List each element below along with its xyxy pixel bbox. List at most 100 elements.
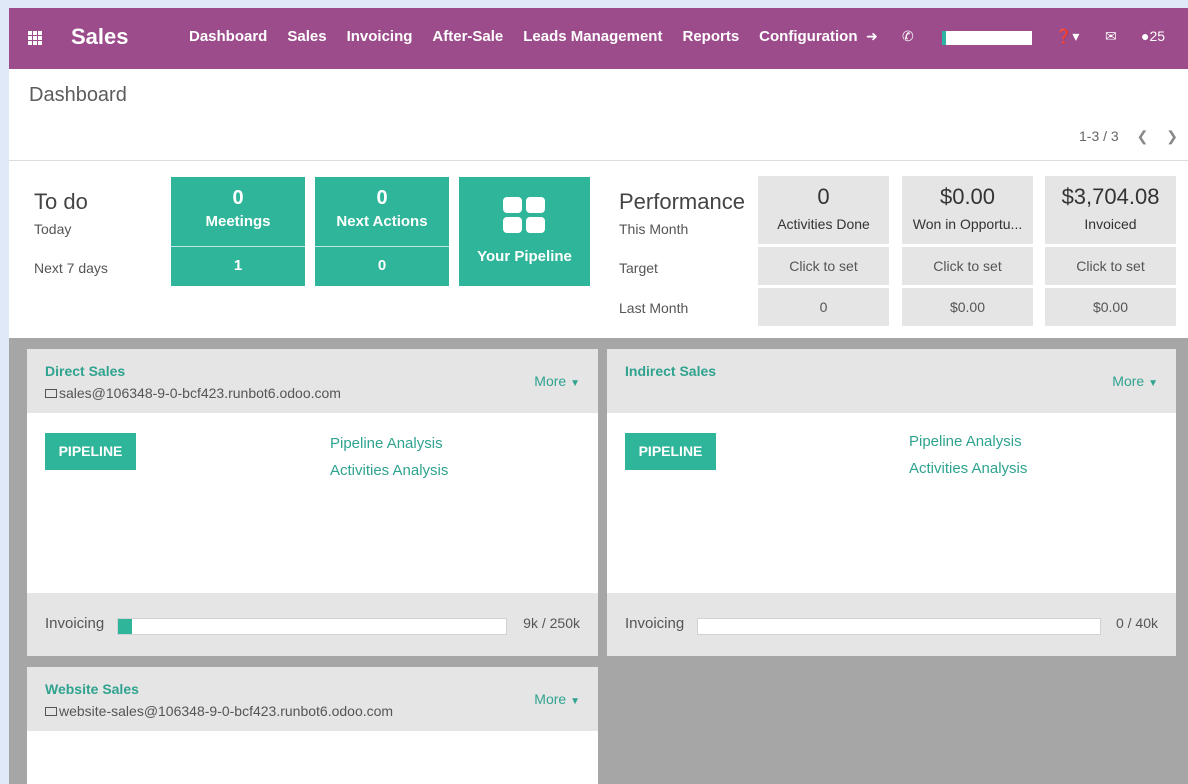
app-name[interactable]: Sales (71, 24, 129, 50)
caret-down-icon: ▼ (1148, 378, 1158, 389)
divider (9, 160, 1188, 161)
menu-sales[interactable]: Sales (287, 28, 326, 45)
your-pipeline-label: Your Pipeline (477, 248, 572, 265)
team-card-website-sales[interactable]: Website Sales website-sales@106348-9-0-b… (27, 667, 598, 784)
meetings-label: Meetings (205, 213, 271, 230)
invoicing-progress-fill (118, 619, 132, 634)
invoicing-label: Invoicing (45, 615, 105, 632)
pipeline-analysis-link[interactable]: Pipeline Analysis (909, 433, 1022, 450)
pager: 1-3 / 3 ❮ ❯ (1079, 128, 1178, 145)
chat-count: 25 (1149, 28, 1166, 44)
team-email-text: website-sales@106348-9-0-bcf423.runbot6.… (59, 703, 394, 719)
team-card-direct-sales[interactable]: Direct Sales sales@106348-9-0-bcf423.run… (27, 349, 598, 656)
invoiced-label: Invoiced (1084, 216, 1137, 232)
team-name[interactable]: Website Sales (45, 681, 139, 697)
invoiced-last-month-cell: $0.00 (1045, 288, 1176, 326)
invoicing-value: 9k / 250k (523, 615, 580, 631)
envelope-icon (45, 388, 57, 398)
invoicing-label: Invoicing (625, 615, 685, 632)
apps-menu-icon[interactable] (28, 31, 42, 45)
team-card-indirect-sales[interactable]: Indirect Sales More ▼ PIPELINE Pipeline … (607, 349, 1176, 656)
app-window: Sales Dashboard Sales Invoicing After-Sa… (9, 8, 1188, 784)
performance-title: Performance (619, 189, 745, 214)
caret-down-icon: ▼ (570, 696, 580, 707)
menu-configuration[interactable]: Configuration (759, 28, 857, 45)
activities-analysis-link[interactable]: Activities Analysis (330, 462, 448, 479)
meetings-tile[interactable]: 0 Meetings 1 (171, 177, 305, 286)
next-actions-today-count: 0 (376, 187, 388, 209)
todo-today-label: Today (34, 221, 72, 237)
activities-target-cell[interactable]: Click to set (758, 247, 889, 285)
activities-done-cell[interactable]: 0 Activities Done (758, 176, 889, 244)
pager-next-icon[interactable]: ❯ (1166, 128, 1178, 144)
phone-icon[interactable]: ✆ (902, 28, 914, 45)
help-icon[interactable]: ❓▾ (1055, 28, 1079, 45)
card-header: Direct Sales sales@106348-9-0-bcf423.run… (27, 349, 598, 413)
chat-icon[interactable]: ●25 (1141, 28, 1165, 44)
activities-done-value: 0 (817, 184, 830, 209)
more-label: More (534, 691, 567, 707)
perf-last-month-label: Last Month (619, 300, 689, 316)
user-search-box[interactable] (942, 31, 1032, 45)
mail-icon[interactable]: ✉ (1105, 28, 1117, 45)
card-header: Indirect Sales More ▼ (607, 349, 1176, 413)
invoiced-target-cell[interactable]: Click to set (1045, 247, 1176, 285)
sales-team-kanban: Direct Sales sales@106348-9-0-bcf423.run… (9, 338, 1188, 784)
sign-in-icon[interactable]: ➜ (866, 28, 878, 45)
perf-this-month-label: This Month (619, 221, 689, 237)
invoiced-cell[interactable]: $3,704.08 Invoiced (1045, 176, 1176, 244)
menu-after-sale[interactable]: After-Sale (432, 28, 503, 45)
team-email-text: sales@106348-9-0-bcf423.runbot6.odoo.com (59, 385, 341, 401)
invoicing-bar: Invoicing 9k / 250k (27, 593, 598, 656)
caret-down-icon: ▼ (570, 378, 580, 389)
pager-prev-icon[interactable]: ❮ (1137, 128, 1149, 144)
team-name[interactable]: Direct Sales (45, 363, 125, 379)
won-opportunities-label: Won in Opportu... (912, 216, 1023, 232)
invoicing-progress (697, 618, 1101, 635)
perf-target-label: Target (619, 260, 658, 276)
pipeline-button[interactable]: PIPELINE (625, 433, 716, 470)
next-actions-week-count[interactable]: 0 (315, 257, 449, 274)
activities-analysis-link[interactable]: Activities Analysis (909, 460, 1027, 477)
next-actions-label: Next Actions (336, 213, 428, 230)
meetings-week-count[interactable]: 1 (171, 257, 305, 274)
more-dropdown[interactable]: More ▼ (534, 373, 580, 389)
main-menu: Dashboard Sales Invoicing After-Sale Lea… (189, 28, 878, 45)
activities-done-label: Activities Done (777, 216, 870, 232)
your-pipeline-tile[interactable]: Your Pipeline (459, 177, 590, 286)
card-header: Website Sales website-sales@106348-9-0-b… (27, 667, 598, 731)
menu-leads-management[interactable]: Leads Management (523, 28, 662, 45)
menu-reports[interactable]: Reports (682, 28, 739, 45)
pipeline-button[interactable]: PIPELINE (45, 433, 136, 470)
won-target-cell[interactable]: Click to set (902, 247, 1033, 285)
invoicing-value: 0 / 40k (1115, 615, 1158, 631)
won-opportunities-cell[interactable]: $0.00 Won in Opportu... (902, 176, 1033, 244)
todo-title: To do (34, 189, 88, 214)
breadcrumb: Dashboard (29, 84, 127, 106)
tile-divider (315, 246, 449, 247)
todo-next7-label: Next 7 days (34, 260, 108, 276)
more-label: More (1112, 373, 1145, 389)
pipeline-analysis-link[interactable]: Pipeline Analysis (330, 435, 443, 452)
team-name[interactable]: Indirect Sales (625, 363, 716, 379)
envelope-icon (45, 706, 57, 716)
invoiced-value: $3,704.08 (1061, 184, 1160, 209)
more-dropdown[interactable]: More ▼ (1112, 373, 1158, 389)
invoicing-progress (117, 618, 507, 635)
menu-dashboard[interactable]: Dashboard (189, 28, 267, 45)
more-label: More (534, 373, 567, 389)
team-email: website-sales@106348-9-0-bcf423.runbot6.… (45, 703, 393, 719)
won-opportunities-value: $0.00 (939, 184, 996, 209)
won-last-month-cell: $0.00 (902, 288, 1033, 326)
pager-value[interactable]: 1-3 / 3 (1079, 128, 1119, 144)
invoicing-bar: Invoicing 0 / 40k (607, 593, 1176, 656)
activities-last-month-cell: 0 (758, 288, 889, 326)
tile-divider (171, 246, 305, 247)
pipeline-grid-icon (503, 197, 545, 233)
menu-invoicing[interactable]: Invoicing (347, 28, 413, 45)
top-navbar: Sales Dashboard Sales Invoicing After-Sa… (9, 8, 1188, 69)
more-dropdown[interactable]: More ▼ (534, 691, 580, 707)
team-email: sales@106348-9-0-bcf423.runbot6.odoo.com (45, 385, 341, 401)
next-actions-tile[interactable]: 0 Next Actions 0 (315, 177, 449, 286)
meetings-today-count: 0 (232, 187, 244, 209)
